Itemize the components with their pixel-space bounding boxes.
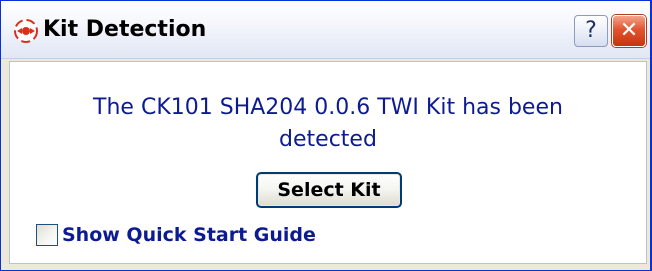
title-bar[interactable]: Kit Detection ? ✕ bbox=[1, 1, 650, 59]
select-kit-button[interactable]: Select Kit bbox=[256, 172, 402, 208]
close-button[interactable]: ✕ bbox=[612, 15, 646, 47]
help-icon: ? bbox=[585, 18, 597, 43]
detection-message: The CK101 SHA204 0.0.6 TWI Kit has been … bbox=[93, 95, 563, 152]
close-icon: ✕ bbox=[619, 18, 639, 43]
kit-detection-app-icon bbox=[13, 18, 39, 44]
kit-detection-dialog: Kit Detection ? ✕ The CK101 SHA204 0.0.6… bbox=[0, 0, 652, 271]
help-button[interactable]: ? bbox=[574, 15, 608, 47]
dialog-body: The CK101 SHA204 0.0.6 TWI Kit has been … bbox=[9, 61, 647, 264]
show-quick-start-label: Show Quick Start Guide bbox=[62, 224, 316, 246]
show-quick-start-option[interactable]: Show Quick Start Guide bbox=[36, 222, 316, 248]
window-title: Kit Detection bbox=[43, 17, 207, 42]
show-quick-start-checkbox[interactable] bbox=[36, 224, 58, 246]
